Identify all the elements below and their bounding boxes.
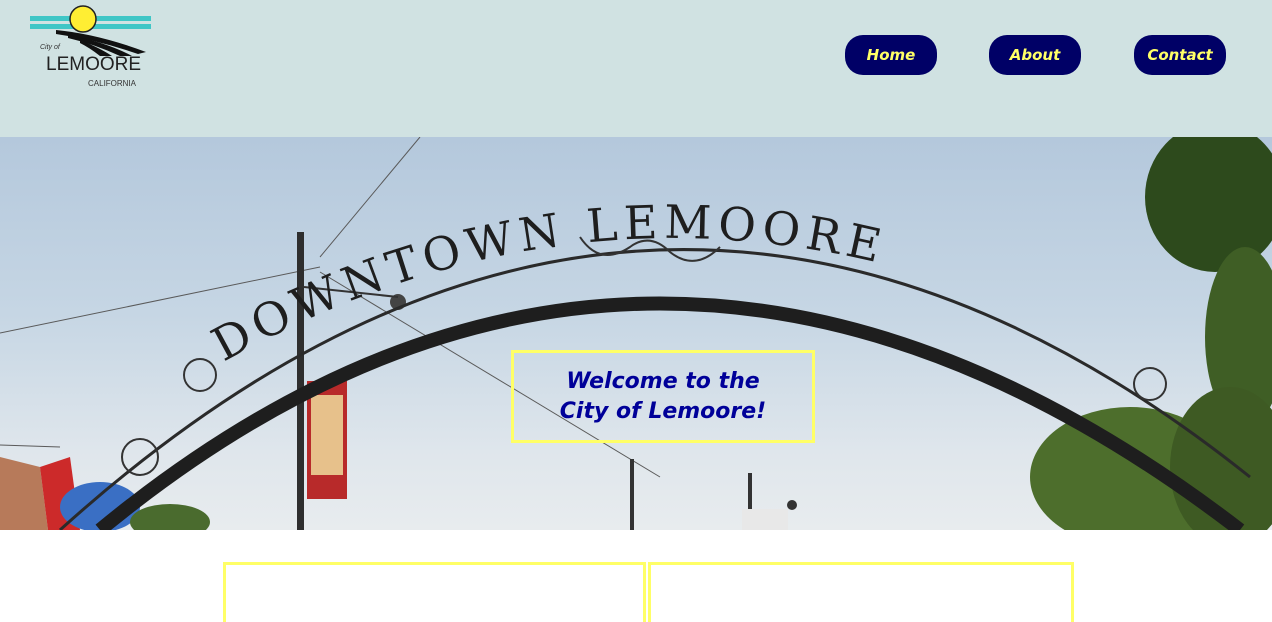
nav-about-button[interactable]: About [989, 35, 1081, 75]
content-card-left [223, 562, 646, 622]
logo-state: CALIFORNIA [88, 79, 137, 88]
hero-banner: DOWNTOWN LEMOORE Welcome to the City of … [0, 137, 1272, 530]
logo-city-name: LEMOORE [46, 54, 142, 75]
logo-city-of: City of [40, 44, 60, 51]
nav-contact-button[interactable]: Contact [1134, 35, 1226, 75]
content-card-right [648, 562, 1074, 622]
site-header: City of LEMOORE CALIFORNIA Home About Co… [0, 0, 1272, 137]
nav-home-button[interactable]: Home [845, 35, 937, 75]
downtown-arch-photo: DOWNTOWN LEMOORE [0, 137, 1272, 530]
city-logo[interactable]: City of LEMOORE CALIFORNIA [28, 4, 154, 94]
welcome-heading: Welcome to the City of Lemoore! [559, 368, 767, 424]
svg-text:DOWNTOWN LEMOORE: DOWNTOWN LEMOORE [203, 195, 892, 372]
welcome-box: Welcome to the City of Lemoore! [511, 350, 815, 443]
arch-sign-text: DOWNTOWN LEMOORE [203, 195, 886, 372]
